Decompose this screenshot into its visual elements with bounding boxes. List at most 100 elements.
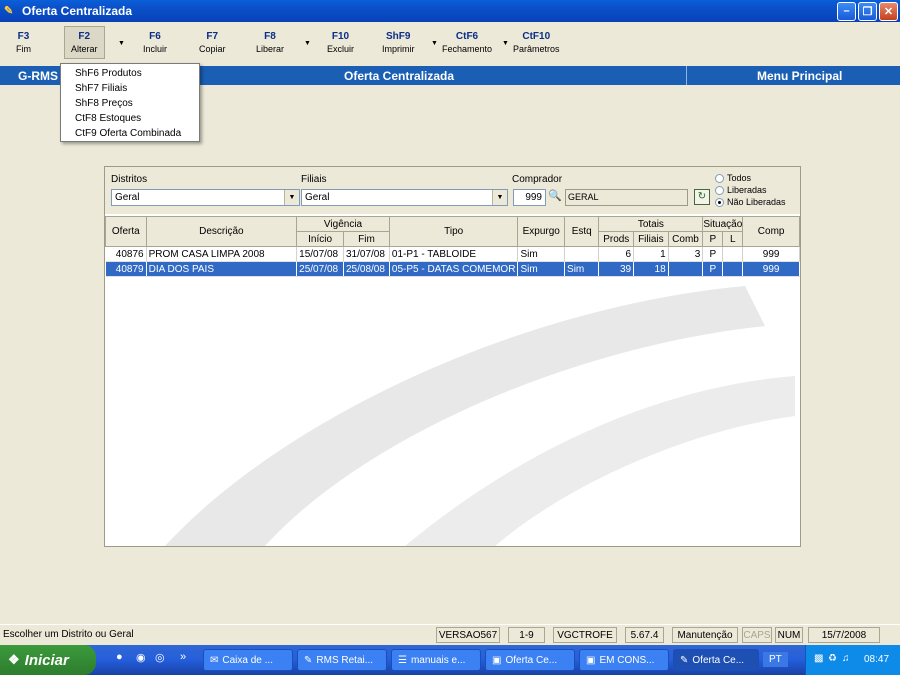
ie-icon[interactable]: ● — [116, 651, 123, 663]
cell-oferta: 40876 — [105, 246, 147, 262]
col-inicio[interactable]: Início — [296, 231, 344, 247]
minimize-button[interactable]: – — [837, 1, 856, 21]
col-descricao[interactable]: Descrição — [145, 216, 298, 247]
task-rms-retail[interactable]: ✎ RMS Retai... — [297, 649, 387, 671]
col-situacao: Situação — [702, 216, 744, 232]
toolbar-fechamento-button[interactable]: CtF6 Fechamento — [442, 30, 492, 56]
chevron-down-icon[interactable]: ▼ — [492, 190, 507, 205]
col-filiais[interactable]: Filiais — [633, 231, 669, 247]
task-em-cons[interactable]: ▣ EM CONS... — [579, 649, 669, 671]
toolbar-incluir-button[interactable]: F6 Incluir — [143, 30, 167, 56]
sync-icon[interactable]: ♻ — [828, 653, 837, 664]
imprimir-dropdown-arrow-icon[interactable]: ▼ — [431, 40, 438, 47]
close-button[interactable]: ✕ — [879, 1, 898, 21]
alterar-dropdown-arrow-icon[interactable]: ▼ — [118, 40, 125, 47]
radio-dot[interactable] — [715, 185, 724, 195]
col-fim[interactable]: Fim — [343, 231, 390, 247]
volume-icon[interactable]: ♫ — [842, 653, 850, 664]
col-comb[interactable]: Comb — [667, 231, 704, 247]
mail-icon: ✉ — [210, 655, 219, 666]
menu-item-estoques[interactable]: CtF8 Estoques — [61, 111, 199, 126]
toolbar-copiar-button[interactable]: F7 Copiar — [199, 30, 226, 56]
toolbar-fim-button[interactable]: F3 Fim — [16, 30, 31, 56]
cell-comp: 999 — [742, 246, 800, 262]
comprador-code-input[interactable]: 999 — [513, 189, 546, 206]
toolbar: F3 Fim F2 Alterar ▼ F6 Incluir F7 Copiar… — [0, 22, 900, 66]
refresh-icon[interactable]: ↻ — [694, 189, 710, 205]
chevron-down-icon[interactable]: ▼ — [284, 190, 299, 205]
quicklaunch-more-icon[interactable]: » — [180, 651, 186, 663]
filter-bar: Distritos Geral ▼ Filiais Geral ▼ Compra… — [105, 167, 800, 214]
cell-estq: Sim — [564, 261, 600, 277]
cell-fim: 31/07/08 — [343, 246, 390, 262]
table-row[interactable]: 40876 PROM CASA LIMPA 2008 15/07/08 31/0… — [105, 246, 800, 262]
task-oferta-doc[interactable]: ▣ Oferta Ce... — [485, 649, 575, 671]
folder-icon: ☰ — [398, 655, 407, 666]
window-title: Oferta Centralizada — [22, 4, 133, 18]
app-icon: ✎ — [4, 5, 14, 17]
radio-dot[interactable] — [715, 173, 724, 183]
radio-nao-liberadas[interactable]: Não Liberadas — [715, 197, 786, 207]
cell-fim: 25/08/08 — [343, 261, 390, 277]
cell-l — [722, 246, 744, 262]
distritos-label: Distritos — [111, 174, 148, 185]
menu-item-filiais[interactable]: ShF7 Filiais — [61, 81, 199, 96]
toolbar-excluir-button[interactable]: F10 Excluir — [327, 30, 354, 56]
offers-table: Oferta Descrição Vigência Tipo Expurgo E… — [105, 216, 800, 277]
toolbar-alterar-button[interactable]: F2 Alterar — [64, 26, 105, 59]
col-prods[interactable]: Prods — [598, 231, 635, 247]
main-menu-link[interactable]: Menu Principal — [757, 69, 842, 83]
task-manuais[interactable]: ☰ manuais e... — [391, 649, 481, 671]
language-indicator[interactable]: PT — [763, 652, 788, 667]
col-tipo[interactable]: Tipo — [388, 216, 519, 247]
col-comp[interactable]: Comp — [742, 216, 800, 247]
comprador-label: Comprador — [512, 174, 563, 185]
col-l[interactable]: L — [722, 231, 744, 247]
cell-filiais: 18 — [633, 261, 669, 277]
col-estq[interactable]: Estq — [564, 216, 600, 247]
toolbar-parametros-button[interactable]: CtF10 Parâmetros — [513, 30, 560, 56]
menu-item-oferta-combinada[interactable]: CtF9 Oferta Combinada — [61, 126, 199, 141]
table-row-selected[interactable]: 40879 DIA DOS PAIS 25/07/08 25/08/08 05-… — [105, 261, 800, 277]
media-icon[interactable]: ◎ — [155, 651, 165, 664]
start-button[interactable]: ❖ Iniciar — [0, 645, 96, 675]
header-system-name: G-RMS — [18, 69, 58, 83]
radio-todos[interactable]: Todos — [715, 173, 751, 183]
status-mode: Manutenção — [672, 627, 738, 643]
task-oferta-active[interactable]: ✎ Oferta Ce... — [673, 649, 759, 671]
taskbar: ❖ Iniciar ● ◉ ◎ » ✉ Caixa de ... ✎ RMS Ret… — [0, 645, 900, 675]
filiais-label: Filiais — [301, 174, 327, 185]
col-vigencia: Vigência — [296, 216, 390, 232]
liberar-dropdown-arrow-icon[interactable]: ▼ — [304, 40, 311, 47]
clock[interactable]: 08:47 — [864, 654, 889, 665]
offers-panel: Distritos Geral ▼ Filiais Geral ▼ Compra… — [104, 166, 801, 547]
menu-item-precos[interactable]: ShF8 Preços — [61, 96, 199, 111]
col-oferta[interactable]: Oferta — [105, 216, 147, 247]
col-totais: Totais — [598, 216, 704, 232]
comprador-name-field: GERAL — [565, 189, 688, 206]
status-program: VGCTROFE — [553, 627, 617, 643]
status-page: 1-9 — [508, 627, 545, 643]
task-caixa[interactable]: ✉ Caixa de ... — [203, 649, 293, 671]
cell-expurgo: Sim — [517, 246, 566, 262]
cell-p: P — [702, 261, 724, 277]
col-p[interactable]: P — [702, 231, 724, 247]
fechamento-dropdown-arrow-icon[interactable]: ▼ — [502, 40, 509, 47]
toolbar-imprimir-button[interactable]: ShF9 Imprimir — [382, 30, 415, 56]
radio-liberadas[interactable]: Liberadas — [715, 185, 767, 195]
cell-prods: 39 — [598, 261, 635, 277]
maximize-button[interactable]: ❐ — [858, 1, 877, 21]
browser-icon[interactable]: ◉ — [136, 651, 146, 664]
col-expurgo[interactable]: Expurgo — [517, 216, 566, 247]
app-icon: ✎ — [304, 655, 313, 666]
binoculars-search-icon[interactable]: 🔍 — [548, 189, 562, 204]
status-date: 15/7/2008 — [808, 627, 880, 643]
distritos-select[interactable]: Geral ▼ — [111, 189, 300, 206]
filiais-select[interactable]: Geral ▼ — [301, 189, 508, 206]
cell-tipo: 05-P5 - DATAS COMEMOR — [389, 261, 519, 277]
menu-item-produtos[interactable]: ShF6 Produtos — [61, 66, 199, 81]
radio-dot-selected[interactable] — [715, 197, 724, 207]
network-icon[interactable]: ▩ — [814, 653, 823, 664]
toolbar-liberar-button[interactable]: F8 Liberar — [256, 30, 284, 56]
cell-comb — [668, 261, 704, 277]
